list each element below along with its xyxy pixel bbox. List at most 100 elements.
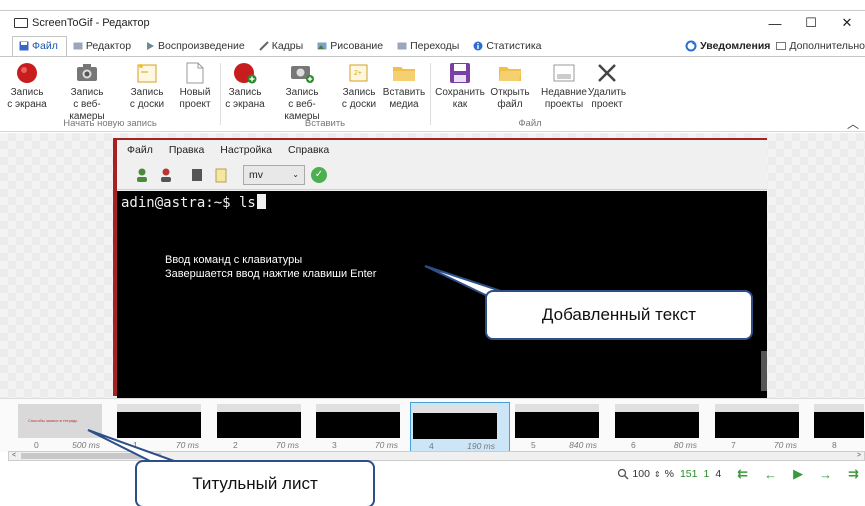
button-label-line2: проект bbox=[591, 99, 623, 110]
frame-image bbox=[217, 404, 301, 438]
zoom-unit: % bbox=[664, 468, 674, 480]
tab-frames[interactable]: Кадры bbox=[253, 36, 311, 56]
frame-thumbnail[interactable]: 6 80 ms bbox=[613, 402, 713, 452]
editor-icon bbox=[73, 42, 83, 50]
first-frame-icon[interactable]: ⇇ bbox=[737, 466, 748, 482]
frame-index: 5 bbox=[531, 440, 536, 450]
insert-media-button[interactable]: Вставить медиа bbox=[377, 61, 431, 111]
tab-file[interactable]: Файл bbox=[12, 35, 67, 57]
overlay-text-line2: Завершается ввод нажтие клавиши Enter bbox=[165, 268, 377, 280]
zoom-control[interactable]: 100 ⇕ % bbox=[617, 468, 674, 480]
window-title: ScreenToGif - Редактор bbox=[32, 16, 150, 29]
button-label-line1: Новый bbox=[179, 87, 211, 98]
board-add-icon: 2+ bbox=[346, 61, 372, 85]
refresh-icon bbox=[685, 40, 697, 52]
scroll-left-icon[interactable]: < bbox=[9, 452, 19, 460]
insert-record-screen-button[interactable]: Запись с экрана bbox=[218, 61, 272, 111]
overlay-text: Ввод команд с клавиатуры Завершается вво… bbox=[165, 253, 376, 281]
zoom-stepper-icon[interactable]: ⇕ bbox=[654, 470, 661, 479]
new-project-button[interactable]: Новый проект bbox=[168, 61, 222, 111]
timeline-horizontal-scrollbar[interactable]: < > bbox=[8, 451, 865, 461]
frame-thumbnail[interactable]: 3 70 ms bbox=[314, 402, 414, 452]
open-file-button[interactable]: Открыть файл bbox=[483, 61, 537, 111]
group-separator bbox=[430, 63, 431, 125]
user-add-icon bbox=[137, 168, 147, 182]
tab-transitions[interactable]: Переходы bbox=[391, 36, 467, 56]
minimize-button[interactable]: — bbox=[757, 11, 793, 35]
tab-drawing[interactable]: Рисование bbox=[311, 36, 391, 56]
delete-x-icon bbox=[594, 61, 620, 85]
command-combo[interactable]: mv ⌄ bbox=[243, 164, 305, 185]
insert-record-webcam-button[interactable]: Запись с веб-камеры bbox=[275, 61, 329, 123]
next-frame-icon[interactable]: → bbox=[819, 467, 832, 482]
title-bar: ScreenToGif - Редактор — ☐ ✕ bbox=[0, 10, 865, 34]
button-label-line2: медиа bbox=[389, 99, 419, 110]
save-as-button[interactable]: Сохранить как bbox=[433, 61, 487, 111]
frame-thumbnail[interactable]: 5 840 ms bbox=[513, 402, 613, 452]
record-screen-button[interactable]: Запись с экрана bbox=[0, 61, 54, 111]
magnifier-icon bbox=[618, 468, 629, 480]
play-icon[interactable]: ▶ bbox=[793, 466, 803, 482]
maximize-button[interactable]: ☐ bbox=[793, 11, 829, 35]
transitions-icon bbox=[397, 42, 407, 50]
options-icon bbox=[776, 42, 787, 50]
button-label-line2: проект bbox=[179, 99, 211, 110]
frame-duration: 70 ms bbox=[275, 440, 299, 450]
button-label-line2: как bbox=[452, 99, 468, 110]
tab-playback[interactable]: Воспроизведение bbox=[139, 36, 253, 56]
scroll-right-icon[interactable]: > bbox=[854, 452, 864, 460]
frame-toolbar: mv ⌄ ✓ bbox=[117, 160, 767, 190]
play-icon bbox=[147, 42, 155, 50]
tab-label: Статистика bbox=[486, 40, 542, 52]
new-document-icon bbox=[182, 61, 208, 85]
frame-duration: 70 ms bbox=[374, 440, 398, 450]
frame-image bbox=[515, 404, 599, 438]
button-label-line1: Вставить bbox=[382, 87, 426, 98]
title-frame-image: Способы записи в тетрадь bbox=[18, 404, 102, 438]
frame-thumbnail-selected[interactable]: 4 190 ms bbox=[410, 402, 510, 452]
tab-editor[interactable]: Редактор bbox=[67, 36, 139, 56]
frame-thumbnail[interactable]: Способы записи в тетрадь 0 500 ms bbox=[16, 402, 116, 452]
text-cursor bbox=[256, 194, 266, 209]
frame-preview: Файл Правка Настройка Справка mv ⌄ ✓ adi… bbox=[113, 138, 767, 398]
close-button[interactable]: ✕ bbox=[829, 11, 865, 35]
frame-thumbnail[interactable]: 1 70 ms bbox=[115, 402, 215, 452]
window-controls: — ☐ ✕ bbox=[757, 11, 865, 35]
previous-frame-icon[interactable]: ← bbox=[764, 467, 777, 482]
group-label-insert: Вставить bbox=[304, 118, 346, 129]
floppy-icon bbox=[447, 61, 473, 85]
record-board-button[interactable]: Запись с доски bbox=[120, 61, 174, 111]
terminal-scrollbar bbox=[761, 351, 767, 391]
button-label-line2: с экрана bbox=[7, 99, 47, 110]
record-webcam-button[interactable]: Запись с веб-камеры bbox=[60, 61, 114, 123]
more-options-button[interactable]: Дополнительно bbox=[776, 40, 865, 52]
callout-title-sheet: Титульный лист bbox=[135, 460, 375, 506]
recent-projects-icon bbox=[551, 61, 577, 85]
overlay-text-line1: Ввод команд с клавиатуры bbox=[165, 254, 303, 266]
selected-count: 1 bbox=[703, 468, 710, 480]
frame-image bbox=[615, 404, 699, 438]
frame-image bbox=[814, 404, 864, 438]
collapse-ribbon-chevron-icon[interactable]: ︿ bbox=[847, 115, 859, 132]
frames-timeline: Способы записи в тетрадь 0 500 ms 1 70 ms … bbox=[0, 398, 865, 452]
app-monitor-icon bbox=[14, 17, 28, 28]
scrollbar-thumb[interactable] bbox=[21, 453, 161, 459]
ribbon-tabs: Файл Редактор Воспроизведение Кадры Рисо… bbox=[0, 35, 865, 57]
delete-project-button[interactable]: Удалить проект bbox=[580, 61, 634, 111]
frame-thumbnail[interactable]: 2 70 ms bbox=[215, 402, 315, 452]
frame-thumbnail[interactable]: 8 bbox=[812, 402, 865, 452]
frame-image bbox=[413, 405, 497, 439]
frame-index: 8 bbox=[832, 440, 837, 450]
record-icon bbox=[14, 61, 40, 85]
record-add-icon bbox=[232, 61, 258, 85]
frame-thumbnail[interactable]: 7 70 ms bbox=[713, 402, 813, 452]
button-label-line1: Запись bbox=[70, 87, 104, 98]
button-label-line1: Запись bbox=[130, 87, 164, 98]
tab-label: Кадры bbox=[271, 40, 304, 52]
notifications-button[interactable]: Уведомления bbox=[685, 40, 770, 52]
frame-image bbox=[117, 404, 201, 438]
last-frame-icon[interactable]: ⇉ bbox=[848, 466, 859, 482]
prompt-text: adin@astra:~$ ls bbox=[121, 195, 256, 211]
frame-duration: 500 ms bbox=[72, 440, 100, 450]
tab-statistics[interactable]: Статистика bbox=[467, 36, 549, 56]
